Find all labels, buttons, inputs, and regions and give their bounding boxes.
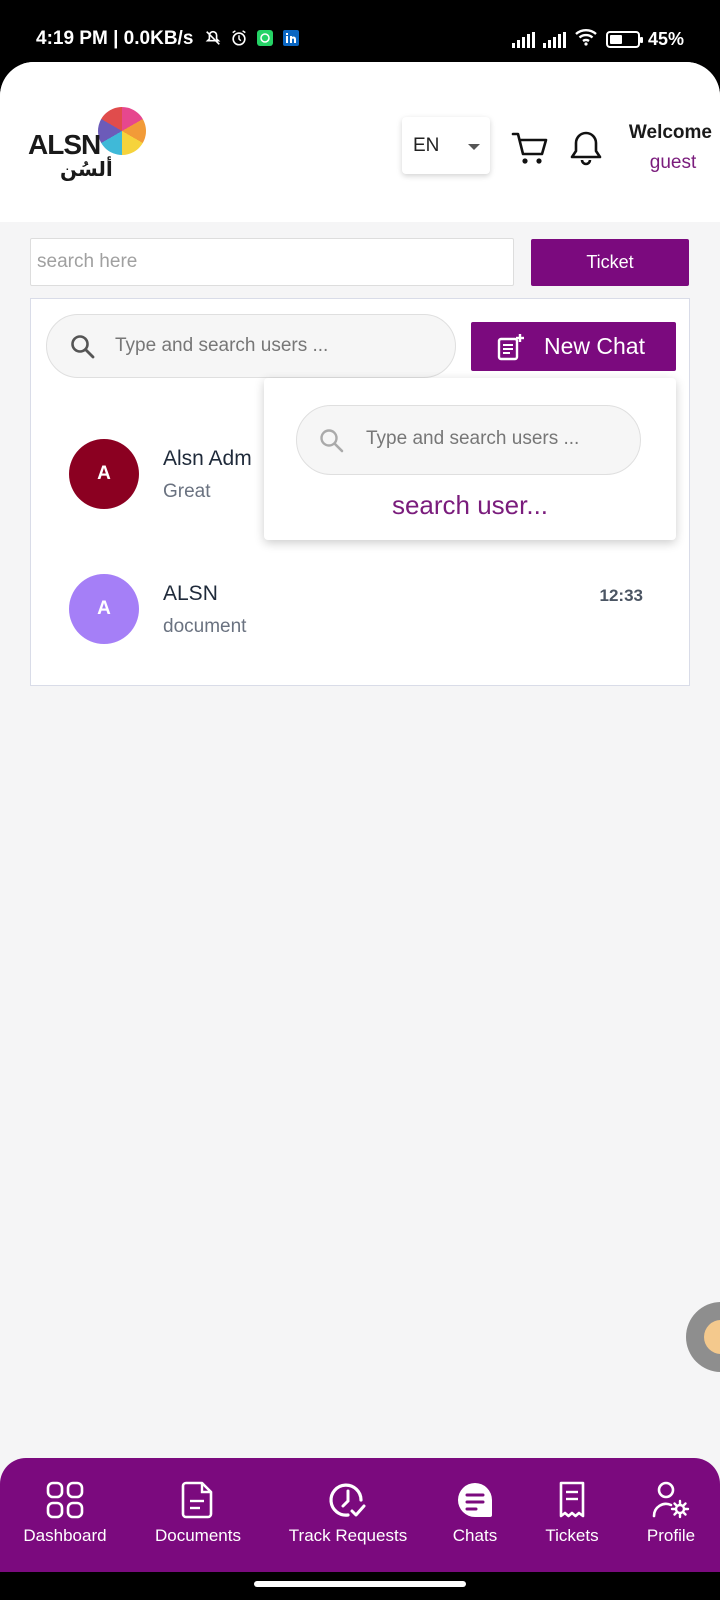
nav-item-profile[interactable]: Profile bbox=[625, 1458, 717, 1572]
receipt-icon bbox=[552, 1480, 592, 1520]
welcome-title: Welcome bbox=[628, 122, 712, 143]
language-value: EN bbox=[413, 135, 440, 156]
nav-item-chats[interactable]: Chats bbox=[430, 1458, 520, 1572]
signal-icon bbox=[511, 31, 535, 48]
new-chat-dropdown: Type and search users ... search user... bbox=[264, 378, 676, 540]
welcome-username: guest bbox=[649, 152, 697, 173]
search-user-hint: search user... bbox=[391, 490, 549, 520]
clock-check-icon bbox=[328, 1480, 368, 1520]
signal-icon bbox=[542, 31, 566, 48]
new-chat-button[interactable]: New Chat bbox=[471, 322, 676, 371]
cart-icon[interactable] bbox=[510, 128, 550, 168]
chat-contact-name: Alsn Adm bbox=[163, 447, 252, 470]
app-surface: ALSN ألسُن EN Welcome guest Ticket Type … bbox=[0, 62, 720, 1572]
status-system-icons: 45% bbox=[511, 28, 684, 51]
bell-icon[interactable] bbox=[566, 128, 606, 168]
alarm-icon bbox=[230, 29, 248, 47]
search-input[interactable] bbox=[30, 238, 514, 286]
user-gear-icon bbox=[651, 1480, 691, 1520]
chat-last-message: Great bbox=[163, 481, 211, 502]
battery-percent: 45% bbox=[647, 29, 684, 49]
nav-item-dashboard[interactable]: Dashboard bbox=[5, 1458, 125, 1572]
user-search-field[interactable]: Type and search users ... bbox=[46, 314, 456, 378]
document-icon bbox=[178, 1480, 218, 1520]
alsn-logo[interactable]: ALSN ألسُن bbox=[28, 107, 150, 187]
search-icon bbox=[69, 333, 97, 366]
mute-icon bbox=[204, 29, 222, 47]
whatsapp-icon bbox=[256, 29, 274, 47]
nav-label: Documents bbox=[155, 1526, 241, 1545]
avatar: A bbox=[69, 574, 139, 644]
chat-time: 12:33 bbox=[599, 586, 643, 605]
language-select[interactable]: EN bbox=[402, 117, 490, 174]
nav-label: Chats bbox=[452, 1526, 498, 1545]
new-chat-label: New Chat bbox=[544, 333, 645, 359]
logo-text-arabic: ألسُن bbox=[60, 159, 113, 181]
bottom-navigation: Dashboard Documents Track Requests Chats… bbox=[0, 1458, 720, 1572]
nav-item-track-requests[interactable]: Track Requests bbox=[280, 1458, 416, 1572]
battery-icon bbox=[605, 31, 643, 48]
nav-label: Tickets bbox=[545, 1526, 599, 1545]
chat-list-item[interactable]: A ALSN document 12:33 bbox=[31, 564, 691, 654]
nav-label: Dashboard bbox=[23, 1526, 107, 1545]
nav-item-documents[interactable]: Documents bbox=[138, 1458, 258, 1572]
nav-label: Track Requests bbox=[288, 1526, 408, 1545]
dropdown-user-search-field[interactable]: Type and search users ... bbox=[296, 405, 641, 475]
user-search-placeholder: Type and search users ... bbox=[115, 335, 329, 356]
dropdown-search-placeholder: Type and search users ... bbox=[366, 428, 580, 449]
chat-last-message: document bbox=[163, 616, 247, 637]
ticket-button[interactable]: Ticket bbox=[531, 239, 689, 286]
nav-item-tickets[interactable]: Tickets bbox=[527, 1458, 617, 1572]
welcome-block: Welcome guest bbox=[620, 122, 712, 174]
floating-action-button[interactable] bbox=[686, 1302, 720, 1372]
chat-contact-name: ALSN bbox=[163, 582, 218, 605]
search-icon bbox=[318, 427, 346, 460]
grid-icon bbox=[45, 1480, 85, 1520]
app-header: ALSN ألسُن EN Welcome guest bbox=[0, 62, 720, 222]
new-note-icon bbox=[496, 332, 526, 367]
linkedin-icon bbox=[282, 29, 300, 47]
fab-icon bbox=[704, 1320, 720, 1354]
home-indicator[interactable] bbox=[254, 1581, 466, 1587]
logo-globe-icon bbox=[98, 107, 146, 155]
chat-icon bbox=[455, 1480, 495, 1520]
status-time: 4:19 PM | 0.0KB/s bbox=[36, 28, 194, 49]
status-bar: 4:19 PM | 0.0KB/s 45% bbox=[0, 0, 720, 62]
caret-down-icon bbox=[468, 144, 480, 150]
nav-label: Profile bbox=[646, 1526, 696, 1545]
wifi-icon bbox=[574, 28, 598, 51]
avatar: A bbox=[69, 439, 139, 509]
status-notification-icons bbox=[204, 29, 300, 47]
gesture-bar bbox=[0, 1572, 720, 1600]
